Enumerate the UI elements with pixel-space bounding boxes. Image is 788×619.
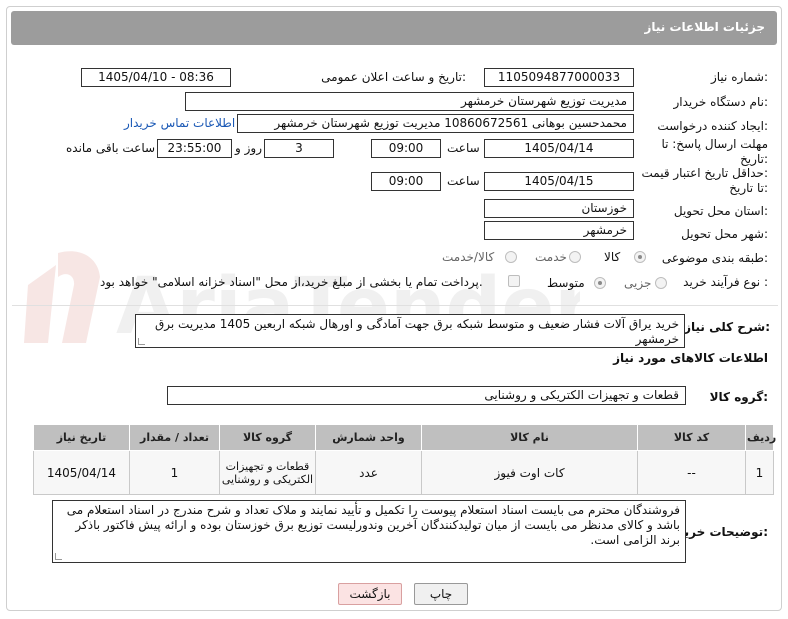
description-textarea[interactable]: خرید یراق آلات فشار ضعیف و متوسط شبکه بر…: [135, 314, 685, 348]
purchase-option-minor: جزیی: [624, 276, 652, 290]
col-header-need-date: تاریخ نیاز: [33, 424, 130, 451]
buyer-org-value: مدیریت توزیع شهرستان خرمشهر: [185, 92, 634, 111]
category-label: طبقه بندی موضوعی:: [661, 251, 768, 265]
col-header-quantity: تعداد / مقدار: [129, 424, 220, 451]
category-option-both: کالا/خدمت: [442, 250, 495, 264]
divider: [12, 305, 778, 306]
requester-label: ایجاد کننده درخواست:: [657, 119, 768, 133]
col-header-goods-name: نام کالا: [421, 424, 638, 451]
col-header-unit: واحد شمارش: [315, 424, 422, 451]
resize-grip-icon[interactable]: [138, 338, 145, 345]
table-row[interactable]: 1405/04/14 1 قطعات و تجهیزات الکتریکی و …: [33, 450, 774, 495]
price-validity-time-label: ساعت: [447, 174, 480, 188]
cell-goods-code: --: [637, 450, 746, 495]
back-button[interactable]: بازگشت: [338, 583, 402, 605]
table-header-row: تاریخ نیاز تعداد / مقدار گروه کالا واحد …: [33, 424, 776, 451]
city-label: شهر محل تحویل:: [681, 227, 768, 241]
category-option-service: خدمت: [535, 250, 567, 264]
buyer-contact-link[interactable]: اطلاعات تماس خریدار: [124, 116, 235, 130]
buyer-org-label: نام دستگاه خریدار:: [673, 95, 769, 109]
treasury-checkbox[interactable]: [508, 275, 520, 287]
resize-grip-icon[interactable]: [55, 553, 62, 560]
remaining-time: 23:55:00: [157, 139, 232, 158]
purchase-type-label: نوع فرآیند خرید :: [683, 275, 768, 289]
print-button[interactable]: چاپ: [414, 583, 468, 605]
need-number-value: 1105094877000033: [484, 68, 634, 87]
category-radio-both[interactable]: [505, 251, 517, 263]
price-validity-label: حداقل تاریخ اعتبار قیمت: تا تاریخ:: [641, 166, 768, 195]
col-header-row: ردیف: [745, 424, 776, 451]
deadline-time-label: ساعت: [447, 141, 480, 155]
cell-need-date: 1405/04/14: [33, 450, 130, 495]
price-validity-time: 09:00: [371, 172, 441, 191]
requester-value: محمدحسین بوهانی 10860672561 مدیریت توزیع…: [237, 114, 634, 133]
goods-group-label: گروه کالا:: [709, 390, 768, 404]
purchase-option-medium: متوسط: [547, 276, 585, 290]
cell-row-number: 1: [745, 450, 774, 495]
purchase-radio-minor[interactable]: [655, 277, 667, 289]
cell-goods-name: کات اوت فیوز: [421, 450, 638, 495]
announce-value: 1405/04/10 - 08:36: [81, 68, 231, 87]
deadline-date: 1405/04/14: [484, 139, 634, 158]
announce-label: تاریخ و ساعت اعلان عمومی:: [321, 70, 466, 84]
header-bar: جزئیات اطلاعات نیاز: [11, 11, 777, 45]
col-header-goods-group: گروه کالا: [219, 424, 316, 451]
remaining-days: 3: [264, 139, 334, 158]
goods-group-value: قطعات و تجهیزات الکتریکی و روشنایی: [167, 386, 686, 405]
province-value: خوزستان: [484, 199, 634, 218]
cell-quantity: 1: [129, 450, 220, 495]
remaining-label: ساعت باقی مانده: [66, 141, 156, 155]
province-label: استان محل تحویل:: [673, 204, 768, 218]
category-option-goods: کالا: [604, 250, 621, 264]
cell-unit: عدد: [315, 450, 422, 495]
payment-note: پرداخت تمام یا بخشی از مبلغ خرید،از محل …: [100, 275, 483, 289]
need-number-label: شماره نیاز:: [710, 70, 768, 84]
buyer-notes-textarea[interactable]: فروشندگان محترم می بایست اسناد استعلام پ…: [52, 500, 686, 563]
category-radio-goods[interactable]: [634, 251, 646, 263]
description-label: شرح کلی نیاز:: [684, 320, 770, 334]
items-table: تاریخ نیاز تعداد / مقدار گروه کالا واحد …: [33, 424, 776, 495]
deadline-time: 09:00: [371, 139, 441, 158]
price-validity-date: 1405/04/15: [484, 172, 634, 191]
city-value: خرمشهر: [484, 221, 634, 240]
col-header-goods-code: کد کالا: [637, 424, 746, 451]
purchase-radio-medium[interactable]: [594, 277, 606, 289]
deadline-label: مهلت ارسال پاسخ: تا تاریخ:: [661, 137, 768, 166]
goods-section-title: اطلاعات کالاهای مورد نیاز: [613, 351, 768, 365]
cell-goods-group: قطعات و تجهیزات الکتریکی و روشنایی: [219, 450, 316, 495]
days-label: روز و: [235, 141, 262, 155]
category-radio-service[interactable]: [569, 251, 581, 263]
page-title: جزئیات اطلاعات نیاز: [644, 20, 765, 34]
